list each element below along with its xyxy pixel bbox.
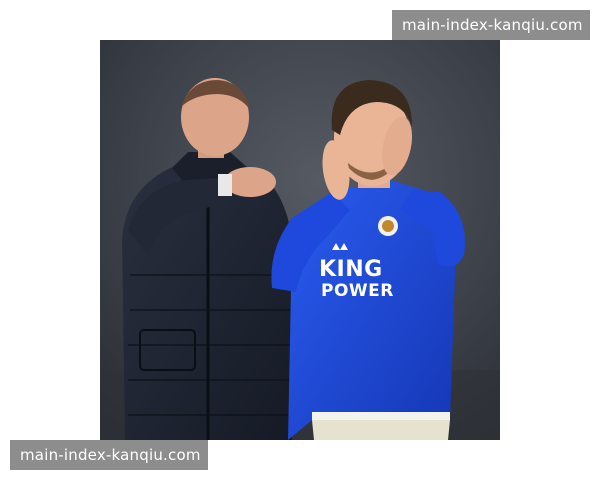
jersey-sponsor-line-2: POWER xyxy=(321,281,394,301)
photo-two-men-applauding: KING POWER xyxy=(100,40,500,440)
watermark-top: main-index-kanqiu.com xyxy=(392,10,590,40)
page: KING POWER main-index-kanqiu.com main-in… xyxy=(0,0,600,480)
watermark-bottom: main-index-kanqiu.com xyxy=(10,440,208,470)
photo-illustration: KING POWER xyxy=(100,40,500,440)
jersey-sponsor-line-1: KING xyxy=(319,257,383,282)
